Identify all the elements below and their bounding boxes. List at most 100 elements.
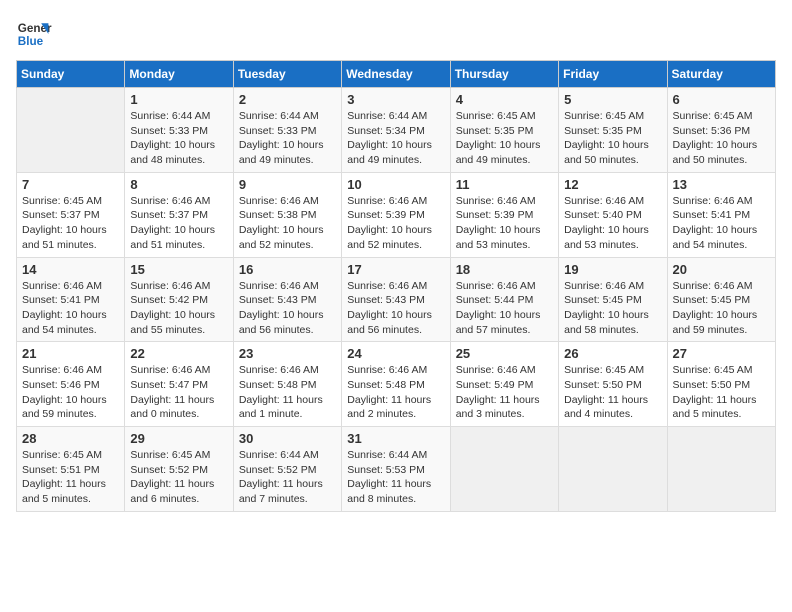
day-info: Sunrise: 6:46 AM Sunset: 5:41 PM Dayligh… [673, 194, 770, 253]
day-number: 7 [22, 177, 119, 192]
day-number: 5 [564, 92, 661, 107]
calendar-cell: 13Sunrise: 6:46 AM Sunset: 5:41 PM Dayli… [667, 172, 775, 257]
logo: General Blue [16, 16, 52, 52]
day-info: Sunrise: 6:46 AM Sunset: 5:45 PM Dayligh… [564, 279, 661, 338]
day-info: Sunrise: 6:45 AM Sunset: 5:50 PM Dayligh… [564, 363, 661, 422]
day-info: Sunrise: 6:45 AM Sunset: 5:52 PM Dayligh… [130, 448, 227, 507]
calendar-cell [450, 427, 558, 512]
day-number: 1 [130, 92, 227, 107]
day-number: 3 [347, 92, 444, 107]
day-info: Sunrise: 6:46 AM Sunset: 5:43 PM Dayligh… [239, 279, 336, 338]
calendar-cell: 25 Sunrise: 6:46 AM Sunset: 5:49 PM Dayli… [450, 342, 558, 427]
header-day: Saturday [667, 61, 775, 88]
day-number: 24 [347, 346, 444, 361]
day-info: Sunrise: 6:46 AM Sunset: 5:48 PM Dayligh… [239, 363, 336, 422]
day-number: 22 [130, 346, 227, 361]
calendar-cell: 20 Sunrise: 6:46 AM Sunset: 5:45 PM Dayli… [667, 257, 775, 342]
day-number: 25 [456, 346, 553, 361]
day-info: Sunrise: 6:44 AM Sunset: 5:33 PM Dayligh… [130, 109, 227, 168]
day-info: Sunrise: 6:46 AM Sunset: 5:43 PM Dayligh… [347, 279, 444, 338]
day-info: Sunrise: 6:44 AM Sunset: 5:53 PM Dayligh… [347, 448, 444, 507]
day-info: Sunrise: 6:46 AM Sunset: 5:41 PM Dayligh… [22, 279, 119, 338]
day-info: Sunrise: 6:46 AM Sunset: 5:44 PM Dayligh… [456, 279, 553, 338]
day-info: Sunrise: 6:44 AM Sunset: 5:33 PM Dayligh… [239, 109, 336, 168]
day-info: Sunrise: 6:46 AM Sunset: 5:42 PM Dayligh… [130, 279, 227, 338]
calendar-cell: 3 Sunrise: 6:44 AM Sunset: 5:34 PM Daylig… [342, 88, 450, 173]
header-day: Wednesday [342, 61, 450, 88]
calendar-cell: 23 Sunrise: 6:46 AM Sunset: 5:48 PM Dayli… [233, 342, 341, 427]
day-info: Sunrise: 6:46 AM Sunset: 5:49 PM Dayligh… [456, 363, 553, 422]
header-day: Tuesday [233, 61, 341, 88]
day-number: 4 [456, 92, 553, 107]
day-info: Sunrise: 6:46 AM Sunset: 5:48 PM Dayligh… [347, 363, 444, 422]
calendar-table: SundayMondayTuesdayWednesdayThursdayFrid… [16, 60, 776, 512]
calendar-cell: 29 Sunrise: 6:45 AM Sunset: 5:52 PM Dayli… [125, 427, 233, 512]
calendar-cell: 17 Sunrise: 6:46 AM Sunset: 5:43 PM Dayli… [342, 257, 450, 342]
day-info: Sunrise: 6:46 AM Sunset: 5:39 PM Dayligh… [347, 194, 444, 253]
day-info: Sunrise: 6:46 AM Sunset: 5:39 PM Dayligh… [456, 194, 553, 253]
day-number: 10 [347, 177, 444, 192]
calendar-cell: 26 Sunrise: 6:45 AM Sunset: 5:50 PM Dayli… [559, 342, 667, 427]
day-number: 26 [564, 346, 661, 361]
day-number: 31 [347, 431, 444, 446]
day-number: 21 [22, 346, 119, 361]
week-row: 1 Sunrise: 6:44 AM Sunset: 5:33 PM Daylig… [17, 88, 776, 173]
calendar-body: 1 Sunrise: 6:44 AM Sunset: 5:33 PM Daylig… [17, 88, 776, 512]
calendar-cell: 12Sunrise: 6:46 AM Sunset: 5:40 PM Dayli… [559, 172, 667, 257]
calendar-cell: 18 Sunrise: 6:46 AM Sunset: 5:44 PM Dayli… [450, 257, 558, 342]
day-number: 11 [456, 177, 553, 192]
calendar-cell: 8Sunrise: 6:46 AM Sunset: 5:37 PM Daylig… [125, 172, 233, 257]
day-info: Sunrise: 6:46 AM Sunset: 5:47 PM Dayligh… [130, 363, 227, 422]
day-number: 27 [673, 346, 770, 361]
day-number: 8 [130, 177, 227, 192]
day-number: 20 [673, 262, 770, 277]
day-number: 16 [239, 262, 336, 277]
week-row: 28 Sunrise: 6:45 AM Sunset: 5:51 PM Dayli… [17, 427, 776, 512]
day-number: 28 [22, 431, 119, 446]
day-number: 9 [239, 177, 336, 192]
day-number: 6 [673, 92, 770, 107]
day-number: 12 [564, 177, 661, 192]
logo-icon: General Blue [16, 16, 52, 52]
svg-text:Blue: Blue [18, 35, 44, 48]
calendar-cell: 27 Sunrise: 6:45 AM Sunset: 5:50 PM Dayli… [667, 342, 775, 427]
day-info: Sunrise: 6:46 AM Sunset: 5:45 PM Dayligh… [673, 279, 770, 338]
calendar-cell: 19 Sunrise: 6:46 AM Sunset: 5:45 PM Dayli… [559, 257, 667, 342]
calendar-cell: 16 Sunrise: 6:46 AM Sunset: 5:43 PM Dayli… [233, 257, 341, 342]
day-info: Sunrise: 6:45 AM Sunset: 5:36 PM Dayligh… [673, 109, 770, 168]
calendar-cell: 9 Sunrise: 6:46 AM Sunset: 5:38 PM Daylig… [233, 172, 341, 257]
day-info: Sunrise: 6:44 AM Sunset: 5:52 PM Dayligh… [239, 448, 336, 507]
day-number: 23 [239, 346, 336, 361]
calendar-cell: 4 Sunrise: 6:45 AM Sunset: 5:35 PM Daylig… [450, 88, 558, 173]
day-info: Sunrise: 6:45 AM Sunset: 5:50 PM Dayligh… [673, 363, 770, 422]
calendar-cell: 5 Sunrise: 6:45 AM Sunset: 5:35 PM Daylig… [559, 88, 667, 173]
week-row: 21Sunrise: 6:46 AM Sunset: 5:46 PM Dayli… [17, 342, 776, 427]
day-number: 19 [564, 262, 661, 277]
week-row: 7 Sunrise: 6:45 AM Sunset: 5:37 PM Daylig… [17, 172, 776, 257]
calendar-cell [559, 427, 667, 512]
calendar-cell [17, 88, 125, 173]
day-info: Sunrise: 6:44 AM Sunset: 5:34 PM Dayligh… [347, 109, 444, 168]
calendar-cell: 31 Sunrise: 6:44 AM Sunset: 5:53 PM Dayli… [342, 427, 450, 512]
header-day: Thursday [450, 61, 558, 88]
header-day: Sunday [17, 61, 125, 88]
calendar-cell: 6 Sunrise: 6:45 AM Sunset: 5:36 PM Daylig… [667, 88, 775, 173]
day-info: Sunrise: 6:45 AM Sunset: 5:35 PM Dayligh… [564, 109, 661, 168]
day-info: Sunrise: 6:45 AM Sunset: 5:37 PM Dayligh… [22, 194, 119, 253]
calendar-cell: 15 Sunrise: 6:46 AM Sunset: 5:42 PM Dayli… [125, 257, 233, 342]
day-number: 18 [456, 262, 553, 277]
day-number: 2 [239, 92, 336, 107]
day-number: 17 [347, 262, 444, 277]
day-info: Sunrise: 6:45 AM Sunset: 5:51 PM Dayligh… [22, 448, 119, 507]
calendar-cell: 22 Sunrise: 6:46 AM Sunset: 5:47 PM Dayli… [125, 342, 233, 427]
day-number: 30 [239, 431, 336, 446]
header-day: Monday [125, 61, 233, 88]
calendar-cell: 14 Sunrise: 6:46 AM Sunset: 5:41 PM Dayli… [17, 257, 125, 342]
calendar-cell [667, 427, 775, 512]
day-info: Sunrise: 6:45 AM Sunset: 5:35 PM Dayligh… [456, 109, 553, 168]
day-number: 29 [130, 431, 227, 446]
day-number: 14 [22, 262, 119, 277]
day-number: 15 [130, 262, 227, 277]
day-info: Sunrise: 6:46 AM Sunset: 5:38 PM Dayligh… [239, 194, 336, 253]
calendar-cell: 11 Sunrise: 6:46 AM Sunset: 5:39 PM Dayli… [450, 172, 558, 257]
